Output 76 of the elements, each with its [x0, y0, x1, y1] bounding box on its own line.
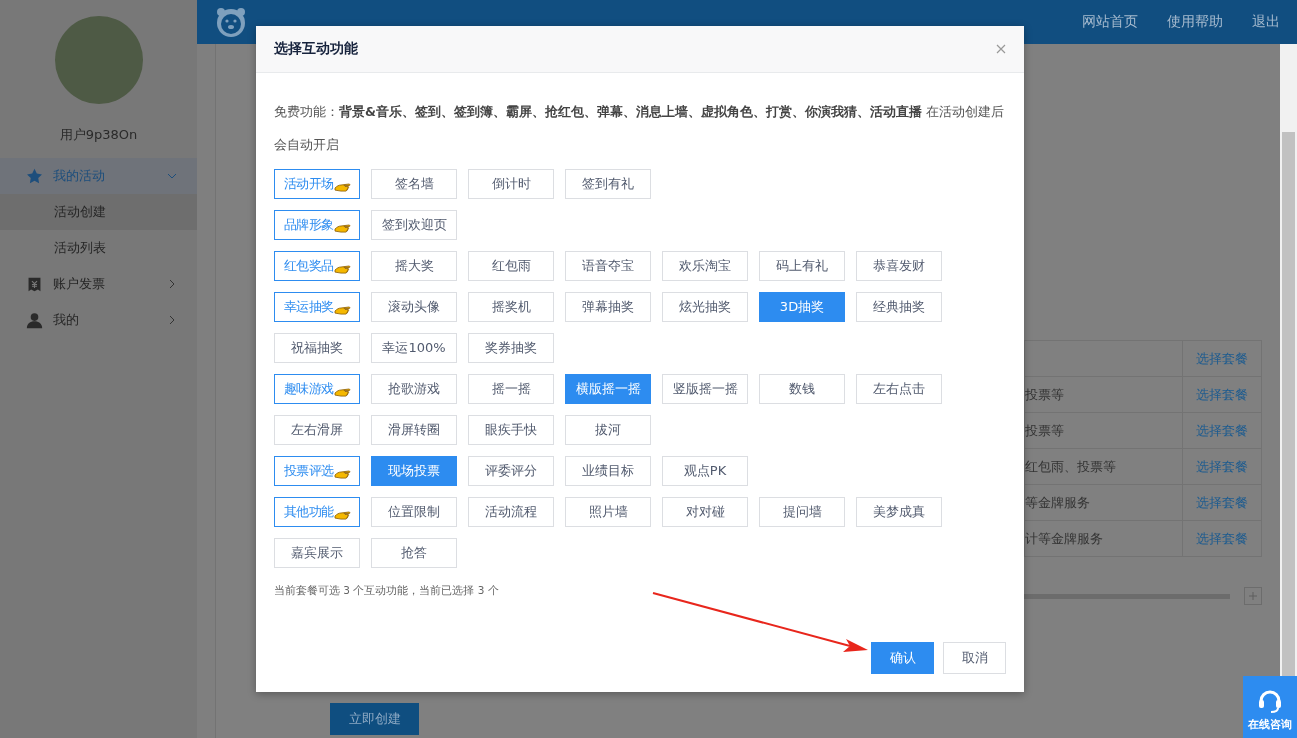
feature-option[interactable]: 眼疾手快	[468, 415, 554, 445]
category-text: 其他功能	[283, 503, 334, 521]
submenu-item[interactable]: 活动列表	[0, 230, 197, 266]
chevron-right-icon	[167, 279, 177, 289]
feature-option[interactable]: 滚动头像	[371, 292, 457, 322]
feature-option[interactable]: 经典抽奖	[856, 292, 942, 322]
pointing-hand-icon	[333, 467, 351, 481]
feature-option[interactable]: 祝福抽奖	[274, 333, 360, 363]
close-icon[interactable]	[996, 44, 1006, 54]
feature-option[interactable]: 奖券抽奖	[468, 333, 554, 363]
pointing-hand-icon	[333, 508, 351, 522]
feature-option[interactable]: 红包雨	[468, 251, 554, 281]
pointing-hand-icon	[333, 385, 351, 399]
nav-link[interactable]: 退出	[1252, 13, 1280, 31]
nav-link[interactable]: 使用帮助	[1167, 13, 1223, 31]
star-icon	[26, 167, 43, 185]
pointing-hand-icon	[333, 303, 351, 317]
feature-option[interactable]: 抢歌游戏	[371, 374, 457, 404]
pointing-hand-icon	[333, 180, 351, 194]
feature-option[interactable]: 提问墙	[759, 497, 845, 527]
plus-icon	[1248, 591, 1258, 601]
free-features-note: 免费功能：背景&音乐、签到、签到簿、霸屏、抢红包、弹幕、消息上墙、虚拟角色、打赏、你演我猜、活动直播 在活动创建后会自动开启	[274, 103, 1005, 154]
feature-option[interactable]: 评委评分	[468, 456, 554, 486]
feature-option[interactable]: 倒计时	[468, 169, 554, 199]
chevron-right-icon	[167, 315, 177, 325]
feature-option[interactable]: 恭喜发财	[856, 251, 942, 281]
feature-option[interactable]: 语音夺宝	[565, 251, 651, 281]
feature-option[interactable]: 签到有礼	[565, 169, 651, 199]
create-button[interactable]: 立即创建	[330, 703, 419, 735]
feature-option[interactable]: 照片墙	[565, 497, 651, 527]
feature-option[interactable]: 炫光抽奖	[662, 292, 748, 322]
feature-option[interactable]: 幸运100%	[371, 333, 457, 363]
feature-option[interactable]: 欢乐淘宝	[662, 251, 748, 281]
category-text: 趣味游戏	[283, 380, 334, 398]
feature-option[interactable]: 活动流程	[468, 497, 554, 527]
feature-option[interactable]: 拔河	[565, 415, 651, 445]
nav-link[interactable]: 网站首页	[1082, 13, 1138, 31]
menu-item[interactable]: 我的	[0, 302, 197, 338]
category-text: 投票评选	[283, 462, 334, 480]
pointing-hand-icon	[333, 262, 351, 276]
scrollbar[interactable]	[1280, 44, 1297, 676]
feature-option[interactable]: 左右点击	[856, 374, 942, 404]
dialog-title: 选择互动功能	[274, 40, 358, 58]
feature-option[interactable]: 嘉宾展示	[274, 538, 360, 568]
feature-option[interactable]: 签到欢迎页	[371, 210, 457, 240]
feature-option[interactable]: 对对碰	[662, 497, 748, 527]
category-text: 幸运抽奖	[283, 298, 334, 316]
cancel-button[interactable]: 取消	[943, 642, 1006, 674]
feature-option[interactable]: 竖版摇一摇	[662, 374, 748, 404]
feature-option[interactable]: 观点PK	[662, 456, 748, 486]
category-text: 活动开场	[283, 175, 334, 193]
feature-option[interactable]: 摇一摇	[468, 374, 554, 404]
scrollbar-thumb[interactable]	[1282, 132, 1295, 676]
feature-option[interactable]: 左右滑屏	[274, 415, 360, 445]
feature-option[interactable]: 摇大奖	[371, 251, 457, 281]
category-text: 品牌形象	[283, 216, 334, 234]
feature-option[interactable]: 美梦成真	[856, 497, 942, 527]
feature-option[interactable]: 摇奖机	[468, 292, 554, 322]
chevron-down-icon	[167, 171, 177, 181]
add-button[interactable]	[1244, 587, 1262, 605]
feature-option[interactable]: 位置限制	[371, 497, 457, 527]
person-icon	[26, 311, 43, 329]
selection-count-note: 当前套餐可选 3 个互动功能，当前已选择 3 个	[274, 584, 500, 598]
pointing-hand-icon	[333, 221, 351, 235]
menu-item[interactable]: 账户发票	[0, 266, 197, 302]
category-text: 红包奖品	[283, 257, 334, 275]
feature-option[interactable]: 码上有礼	[759, 251, 845, 281]
feature-option[interactable]: 抢答	[371, 538, 457, 568]
feature-option[interactable]: 弹幕抽奖	[565, 292, 651, 322]
feature-option[interactable]: 数钱	[759, 374, 845, 404]
feature-option[interactable]: 滑屏转圈	[371, 415, 457, 445]
user-name: 用户9p38On	[59, 126, 138, 144]
bear-logo-icon	[215, 6, 247, 38]
receipt-icon	[26, 275, 43, 293]
feature-option[interactable]: 业绩目标	[565, 456, 651, 486]
feature-option[interactable]: 签名墙	[371, 169, 457, 199]
